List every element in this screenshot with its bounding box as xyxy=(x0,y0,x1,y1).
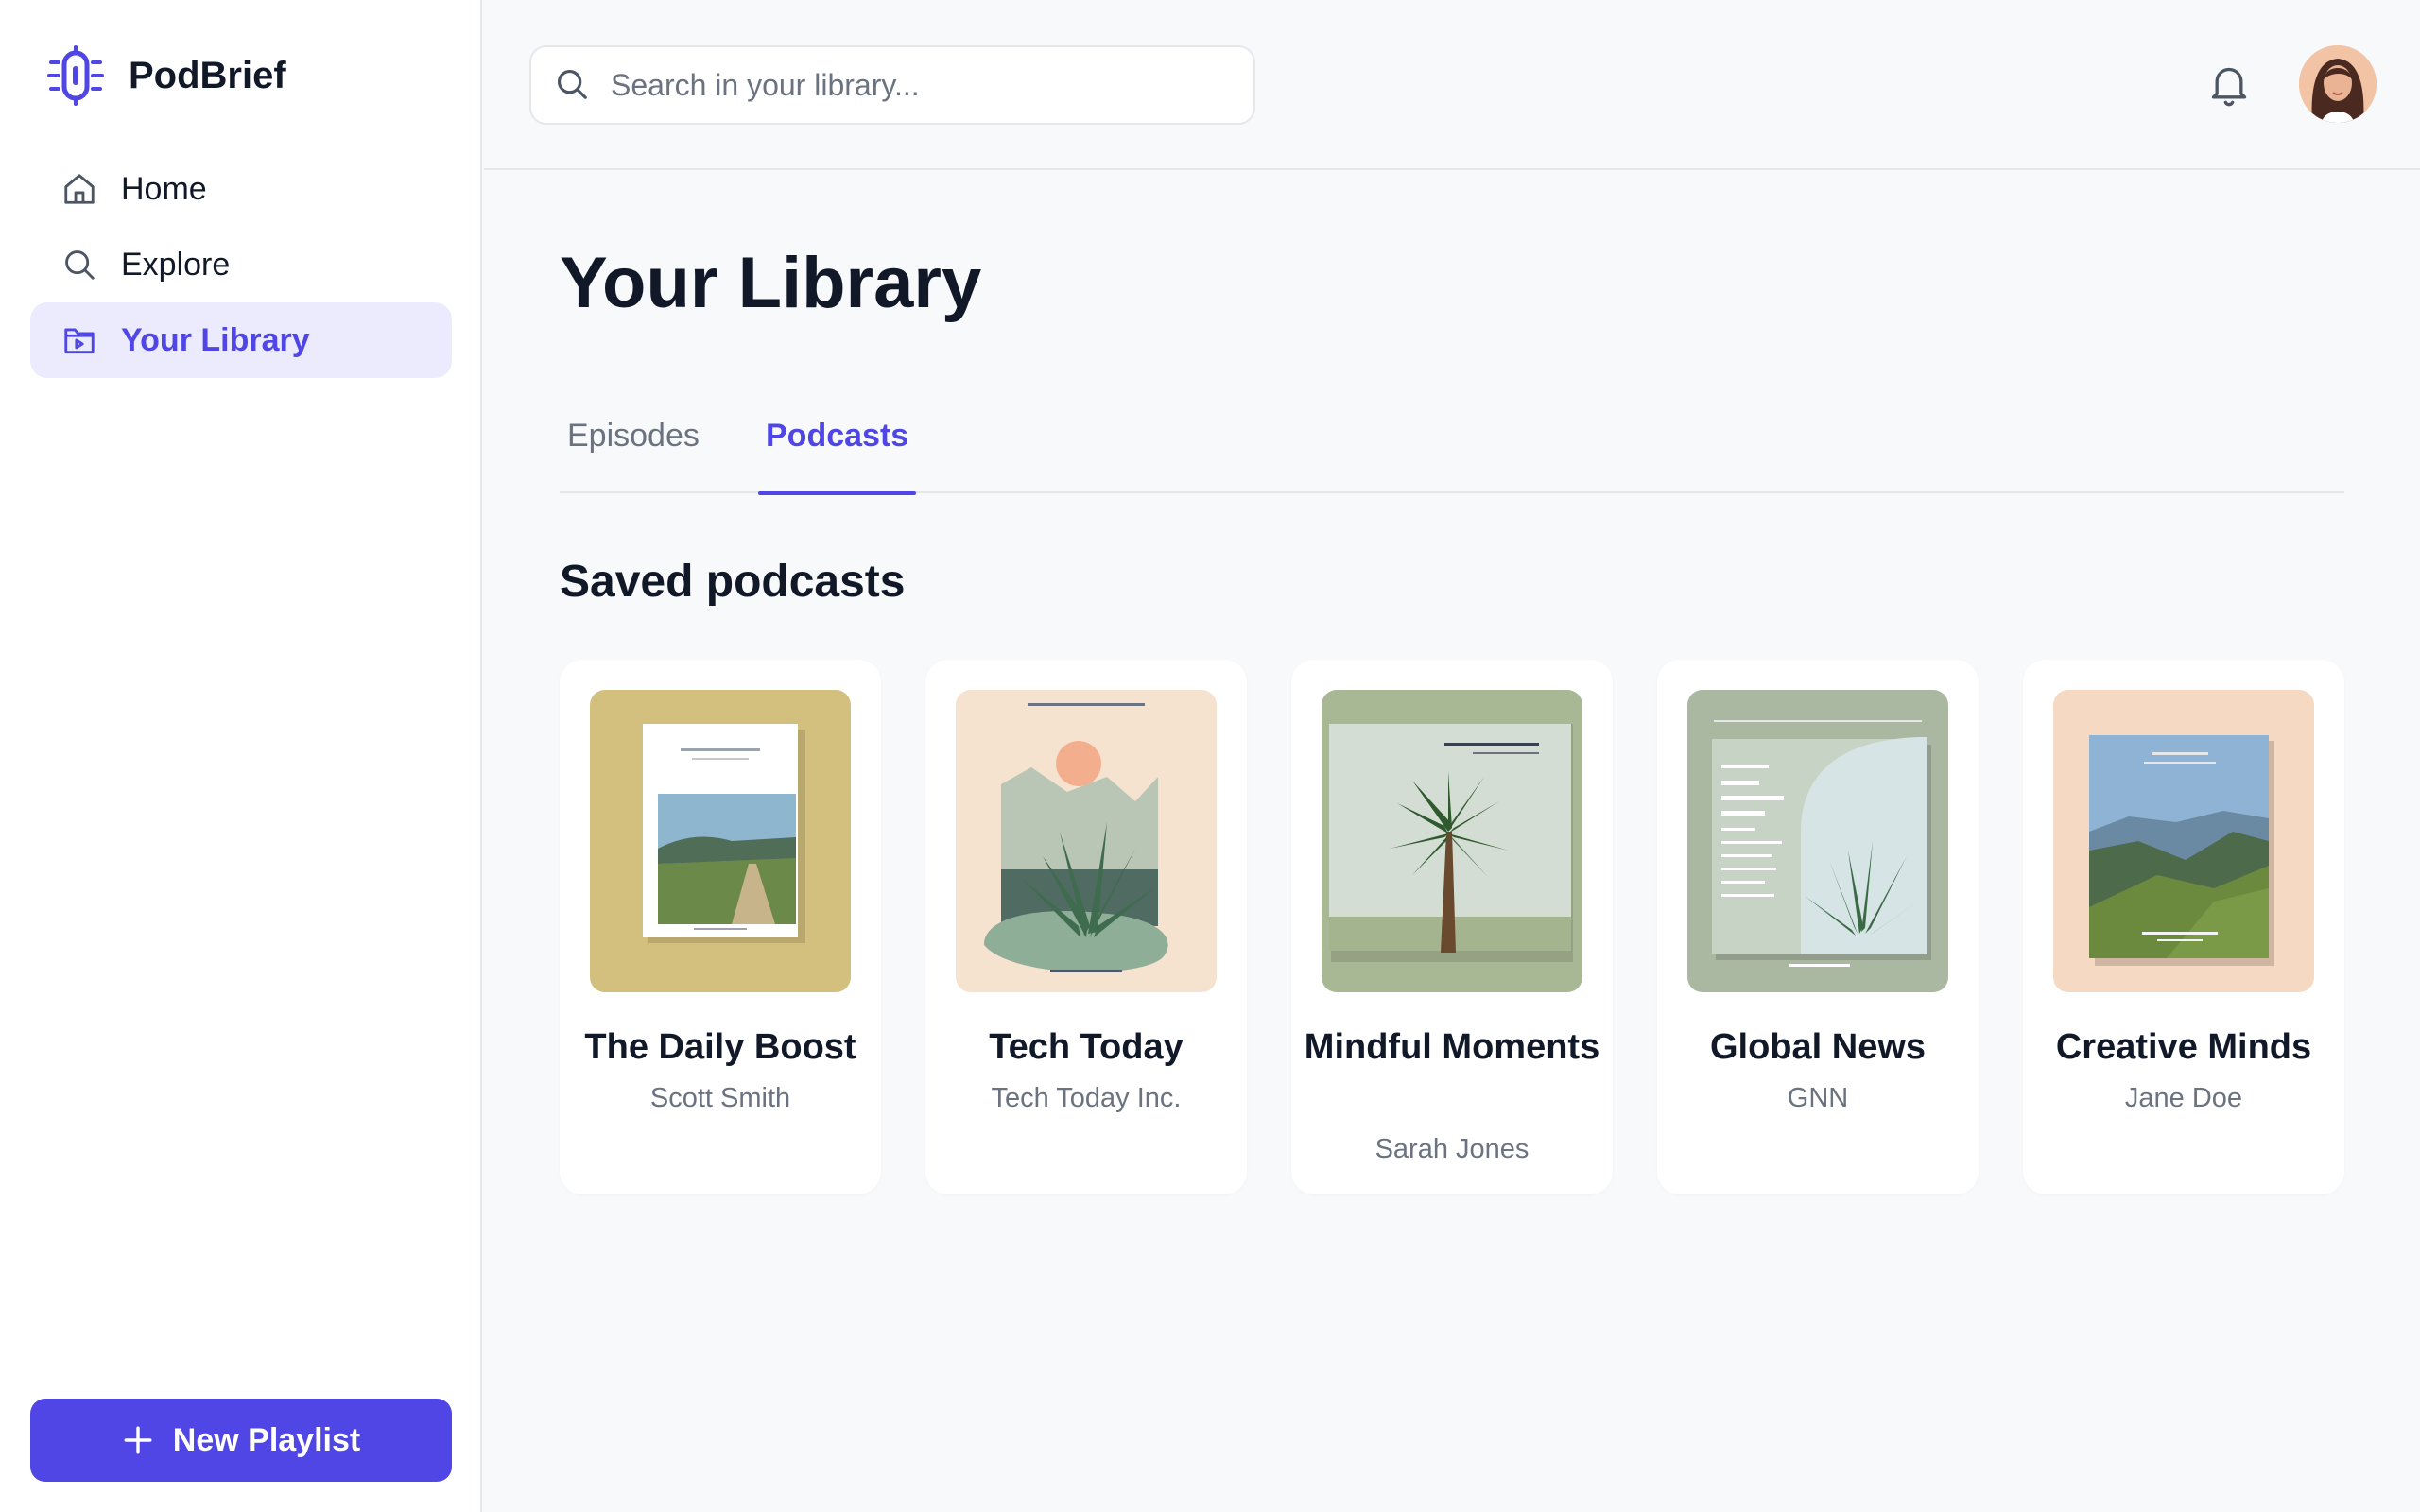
folder-icon xyxy=(60,321,98,359)
podcast-grid: The Daily Boost Scott Smith Tech Today T… xyxy=(560,660,2344,1194)
new-playlist-button[interactable]: New Playlist xyxy=(30,1399,452,1482)
podcast-cover-image xyxy=(956,690,1217,992)
podcast-title: Mindful Moments xyxy=(1304,1027,1600,1067)
sidebar-nav: Home Explore Your Library xyxy=(30,151,452,378)
home-icon xyxy=(60,170,98,208)
sidebar-item-your-library[interactable]: Your Library xyxy=(30,302,452,378)
podcast-cover-image xyxy=(590,690,851,992)
podcast-title: Creative Minds xyxy=(2055,1027,2312,1067)
podcast-title: Global News xyxy=(1709,1027,1927,1067)
search-icon xyxy=(60,246,98,284)
brand[interactable]: PodBrief xyxy=(45,45,286,106)
page-title: Your Library xyxy=(560,243,982,323)
podcast-card[interactable]: The Daily Boost Scott Smith xyxy=(560,660,881,1194)
bell-icon[interactable] xyxy=(2204,60,2254,110)
sidebar-item-home[interactable]: Home xyxy=(30,151,452,227)
podcast-title: The Daily Boost xyxy=(584,1027,856,1067)
microchip-logo-icon xyxy=(47,45,104,106)
brand-name: PodBrief xyxy=(129,54,286,96)
tab-podcasts[interactable]: Podcasts xyxy=(757,406,917,495)
podcast-cover-image xyxy=(1322,690,1582,992)
podcast-author: Scott Smith xyxy=(649,1083,791,1113)
podcast-author: Jane Doe xyxy=(2124,1083,2243,1113)
search-icon xyxy=(554,66,592,104)
podcast-cover-image xyxy=(2053,690,2314,992)
sidebar: PodBrief Home Explore Your Library New P… xyxy=(0,0,482,1512)
sidebar-item-label: Home xyxy=(121,170,207,207)
search-input[interactable] xyxy=(611,67,1235,103)
plus-icon xyxy=(122,1424,154,1456)
sidebar-item-label: Your Library xyxy=(121,321,310,358)
podcast-author: Tech Today Inc. xyxy=(991,1083,1182,1113)
podcast-card[interactable]: Tech Today Tech Today Inc. xyxy=(925,660,1247,1194)
podcast-author: Sarah Jones xyxy=(1374,1134,1530,1164)
section-title: Saved podcasts xyxy=(560,557,906,607)
top-header xyxy=(484,0,2420,170)
podcast-card[interactable]: Global News GNN xyxy=(1657,660,1979,1194)
user-avatar[interactable] xyxy=(2299,45,2377,123)
podcast-card[interactable]: Creative Minds Jane Doe xyxy=(2023,660,2344,1194)
podcast-author: GNN xyxy=(1787,1083,1849,1113)
podcast-card[interactable]: Mindful Moments Sarah Jones xyxy=(1291,660,1613,1194)
podcast-cover-image xyxy=(1687,690,1948,992)
podcast-title: Tech Today xyxy=(989,1027,1184,1067)
tab-episodes[interactable]: Episodes xyxy=(567,406,700,493)
sidebar-item-label: Explore xyxy=(121,246,231,283)
library-tabs: Episodes Podcasts xyxy=(560,406,2344,495)
search-bar[interactable] xyxy=(529,45,1255,125)
new-playlist-label: New Playlist xyxy=(172,1421,361,1458)
sidebar-item-explore[interactable]: Explore xyxy=(30,227,452,302)
